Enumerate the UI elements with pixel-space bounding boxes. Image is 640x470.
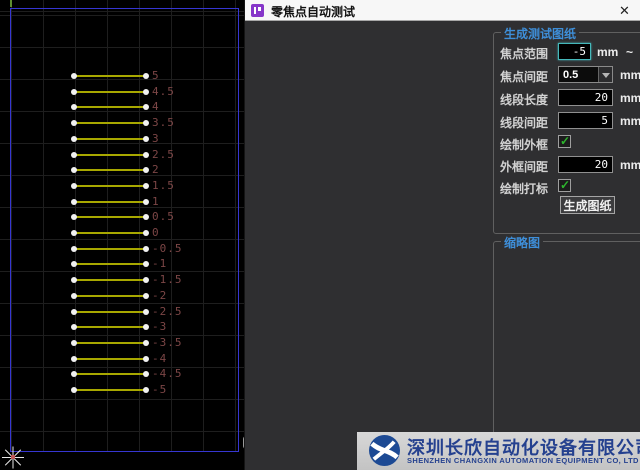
draw-frame-label: 绘制外框 — [500, 136, 548, 153]
test-line-label: 1.5 — [152, 179, 175, 192]
draw-frame-checkbox[interactable]: ✓ — [558, 135, 571, 148]
chevron-down-icon[interactable] — [598, 67, 612, 82]
checkmark-icon: ✓ — [560, 134, 570, 148]
test-line-label: 4.5 — [152, 85, 175, 98]
test-line-label: -0.5 — [152, 242, 183, 255]
test-line-label: -4 — [152, 352, 167, 365]
test-line-label: 0.5 — [152, 210, 175, 223]
seg-length-label: 线段长度 — [500, 91, 548, 108]
test-line-label: 3 — [152, 132, 160, 145]
unit-mm: mm — [620, 114, 640, 128]
dialog-title: 零焦点自动测试 — [271, 3, 355, 20]
test-line-label: 5 — [152, 69, 160, 82]
test-line-label: -3 — [152, 320, 167, 333]
unit-mm: mm — [620, 158, 640, 172]
focus-step-label: 焦点间距 — [500, 68, 548, 85]
focus-step-select[interactable]: 0.5 — [558, 66, 613, 83]
test-line-label: 0 — [152, 226, 160, 239]
test-line-label: 3.5 — [152, 116, 175, 129]
test-line-label: 2 — [152, 163, 160, 176]
close-icon[interactable]: ✕ — [616, 2, 633, 19]
checkmark-icon: ✓ — [560, 178, 570, 192]
generate-drawing-button[interactable]: 生成图纸 — [560, 196, 615, 214]
company-logo-icon — [369, 435, 400, 466]
unit-mm: mm — [620, 68, 640, 82]
group-title: 生成测试图纸 — [501, 25, 579, 42]
seg-length-input[interactable] — [558, 89, 613, 106]
test-line-label: -4.5 — [152, 367, 183, 380]
focus-step-value: 0.5 — [563, 69, 578, 81]
test-line-label: 2.5 — [152, 148, 175, 161]
test-line-label: -2.5 — [152, 305, 183, 318]
company-name-en: SHENZHEN CHANGXIN AUTOMATION EQUIPMENT C… — [407, 456, 639, 465]
test-line-label: -3.5 — [152, 336, 183, 349]
seg-gap-input[interactable] — [558, 112, 613, 129]
test-line-label: -5 — [152, 383, 167, 396]
focus-range-min-input[interactable] — [558, 43, 591, 60]
range-separator: ~ — [626, 45, 633, 59]
ruler-tick — [10, 0, 12, 7]
app-icon — [251, 4, 264, 17]
frame-gap-input[interactable] — [558, 156, 613, 173]
company-banner: 深圳长欣自动化设备有限公司 SHENZHEN CHANGXIN AUTOMATI… — [357, 432, 640, 470]
seg-gap-label: 线段间距 — [500, 114, 548, 131]
unit-mm: mm — [620, 91, 640, 105]
test-line-label: 4 — [152, 100, 160, 113]
group-title: 缩略图 — [501, 234, 543, 251]
group-thumbnail: 缩略图 — [493, 241, 640, 443]
focus-range-label: 焦点范围 — [500, 45, 548, 62]
frame-gap-label: 外框间距 — [500, 158, 548, 175]
test-line-label: -1 — [152, 257, 167, 270]
dialog-titlebar[interactable]: 零焦点自动测试 ✕ — [245, 0, 640, 21]
test-line-label: -1.5 — [152, 273, 183, 286]
unit-mm: mm — [597, 45, 618, 59]
draw-mark-checkbox[interactable]: ✓ — [558, 179, 571, 192]
draw-mark-label: 绘制打标 — [500, 180, 548, 197]
cad-viewport[interactable]: 5 4.5 4 3.5 3 2.5 2 1.5 1 0.5 0 -0.5 -1 -1.5 -2 -2.5 -3 -… — [0, 0, 244, 470]
test-line-label: 1 — [152, 195, 160, 208]
application-window: 5 4.5 4 3.5 3 2.5 2 1.5 1 0.5 0 -0.5 -1 -1.5 -2 -2.5 -3 -… — [0, 0, 640, 470]
dialog-zero-focus-test: 零焦点自动测试 ✕ 生成测试图纸 焦点范围 mm ~ mm 焦点间距 0.5 m… — [244, 0, 640, 470]
test-line-label: -2 — [152, 289, 167, 302]
